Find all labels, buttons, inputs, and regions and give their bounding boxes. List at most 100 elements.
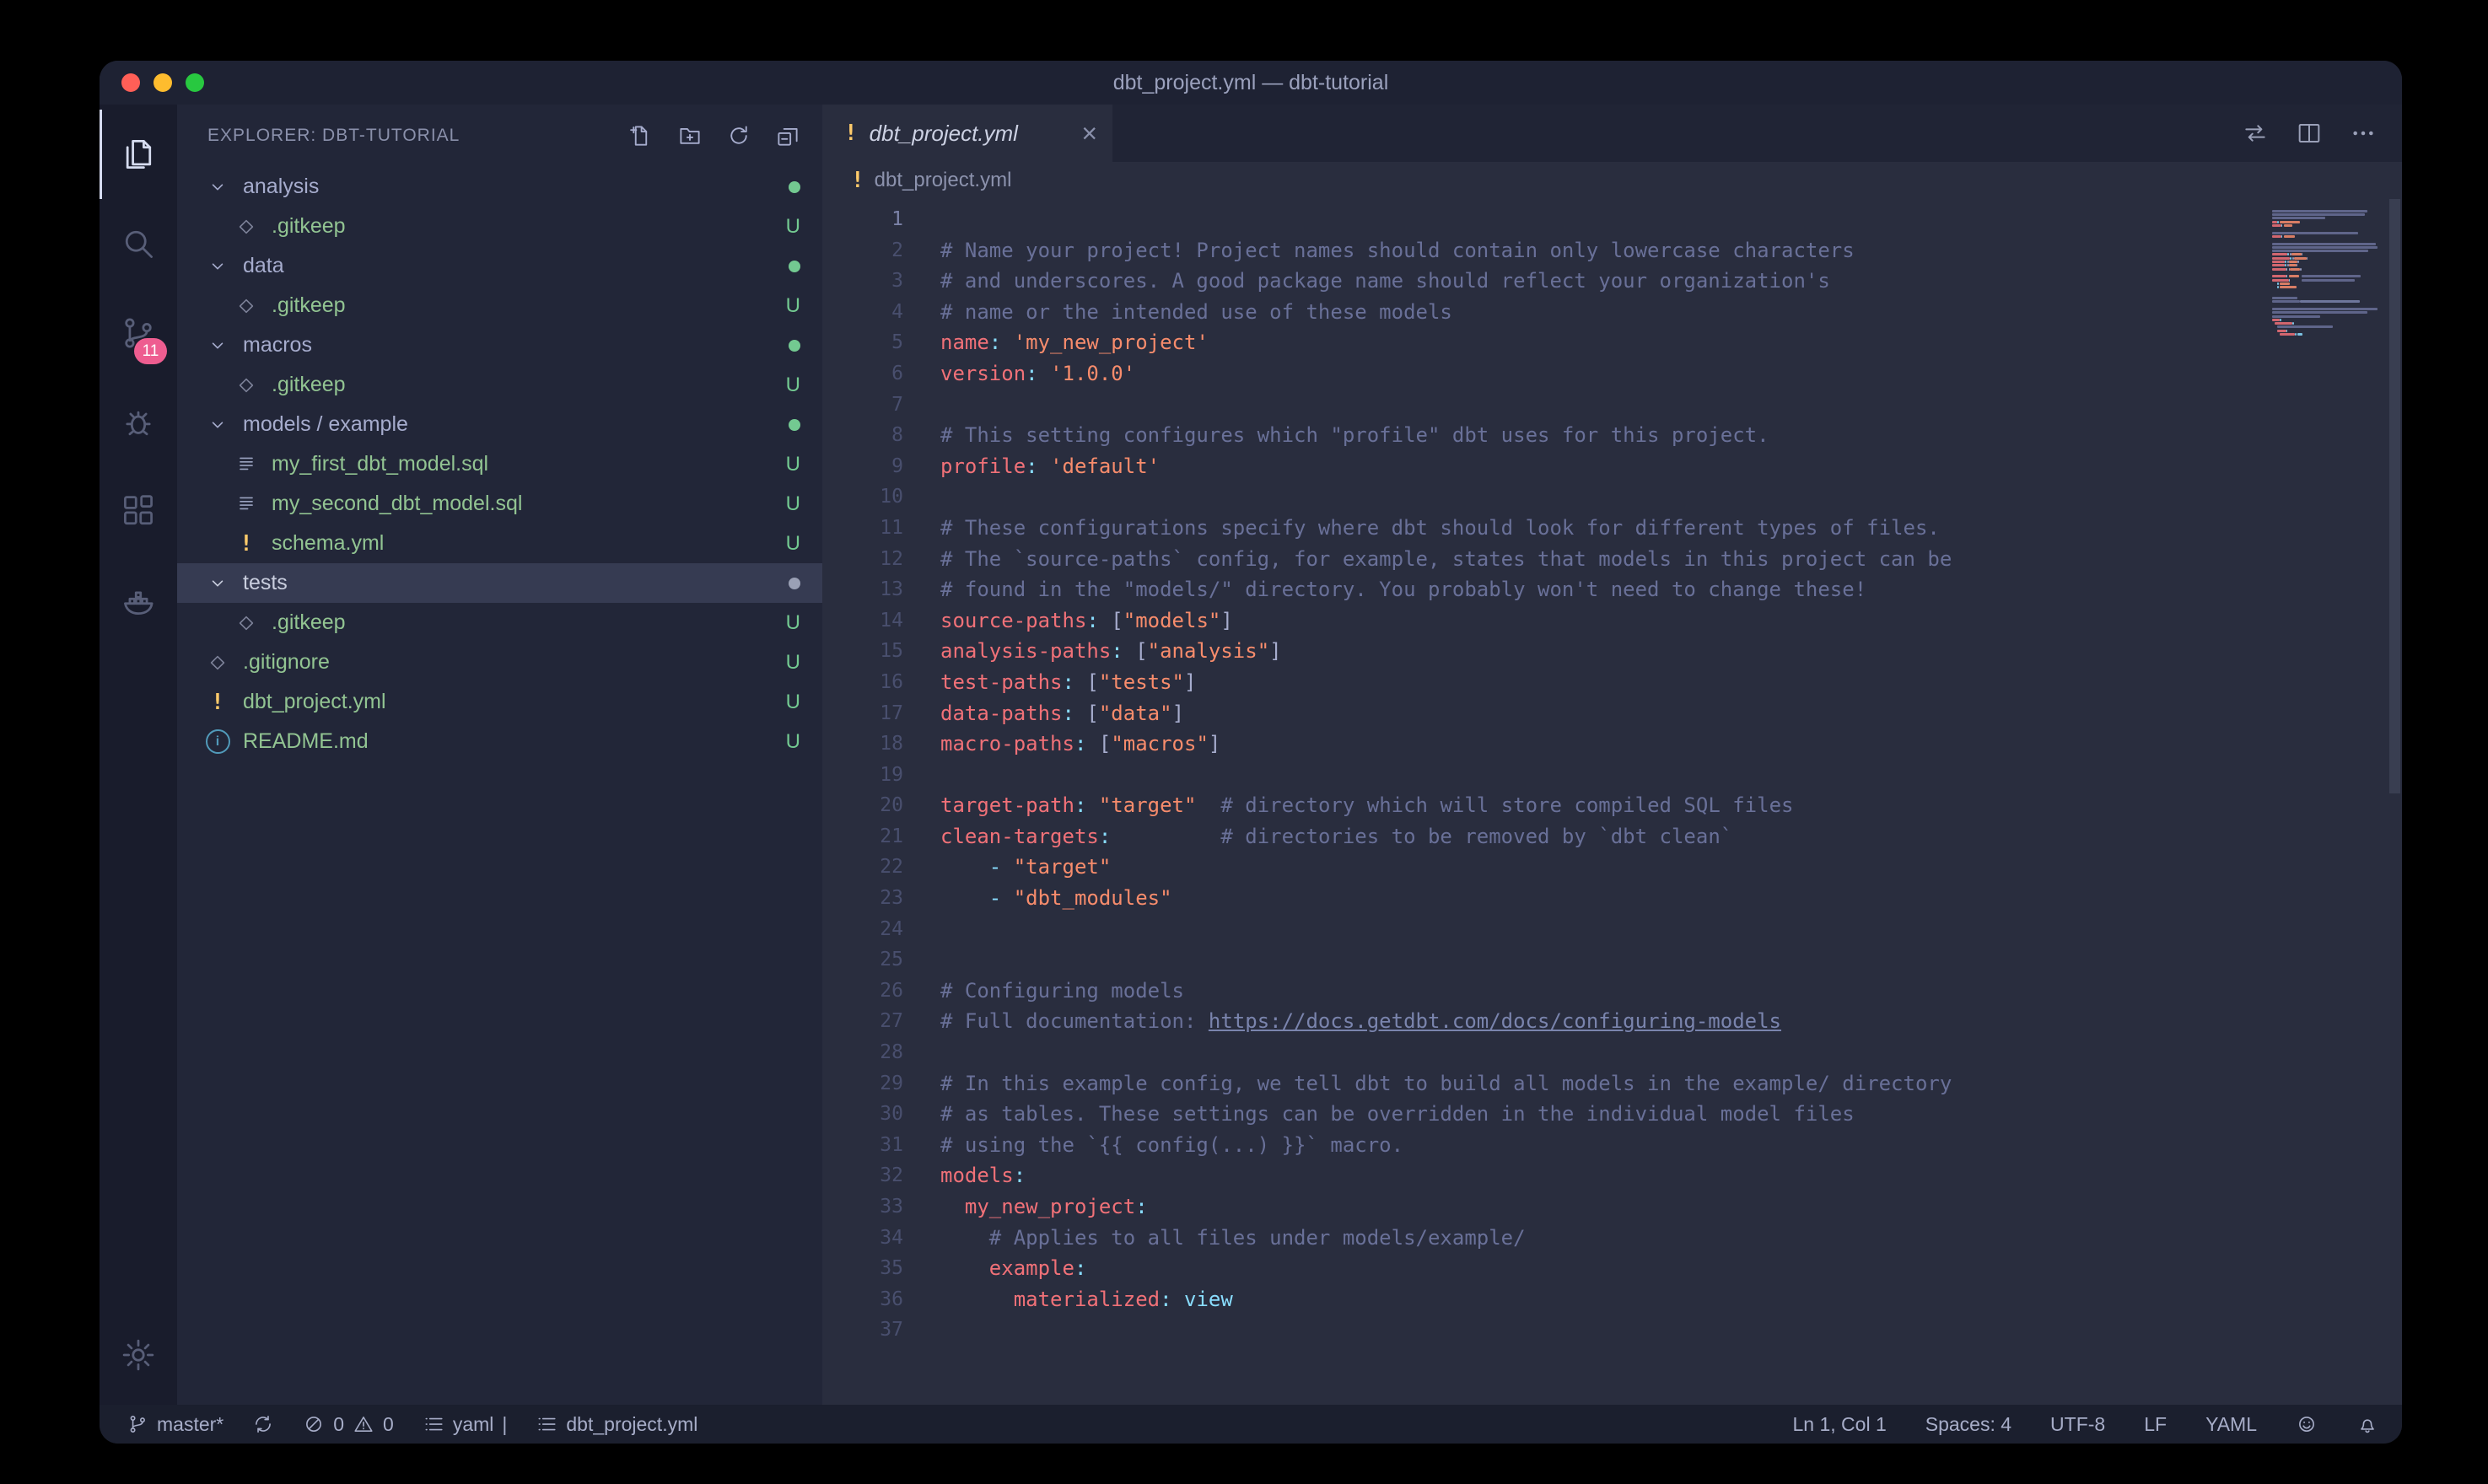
activity-item-run-debug[interactable] [100,378,177,467]
code-line-15[interactable]: 15analysis-paths: ["analysis"] [822,636,2259,667]
code-line-14[interactable]: 14source-paths: ["models"] [822,605,2259,637]
code-line-29[interactable]: 29# In this example config, we tell dbt … [822,1068,2259,1100]
tree-item-gitkeep[interactable]: .gitkeepU [177,365,822,405]
status-item-language-mode[interactable]: YAML [2205,1413,2257,1436]
split-editor-button[interactable] [2296,120,2323,147]
minimize-window-button[interactable] [153,73,172,92]
tree-item-gitkeep[interactable]: .gitkeepU [177,286,822,325]
tree-item-label: macros [243,333,312,358]
code-line-23[interactable]: 23 - "dbt_modules" [822,883,2259,914]
tree-item-analysis[interactable]: analysis [177,167,822,207]
activity-item-extensions[interactable] [100,467,177,556]
status-item-language-indicator-yaml[interactable]: yaml| [423,1413,508,1436]
chevron-down-icon [202,255,233,277]
close-window-button[interactable] [121,73,140,92]
line-number: 28 [822,1037,903,1068]
git-status-badge: U [786,374,800,397]
line-number: 8 [822,420,903,451]
line-number: 12 [822,544,903,575]
tree-item-gitignore[interactable]: .gitignoreU [177,643,822,682]
code-line-5[interactable]: 5name: 'my_new_project' [822,327,2259,358]
code-line-37[interactable]: 37 [822,1315,2259,1346]
code-line-12[interactable]: 12# The `source-paths` config, for examp… [822,544,2259,575]
tree-item-tests[interactable]: tests [177,563,822,603]
code-editor[interactable]: 12# Name your project! Project names sho… [822,199,2402,1405]
code-line-10[interactable]: 10 [822,481,2259,513]
line-text: target-path: "target" # directory which … [903,790,1793,821]
code-line-27[interactable]: 27# Full documentation: https://docs.get… [822,1006,2259,1037]
code-line-28[interactable]: 28 [822,1037,2259,1068]
tree-item-readme-md[interactable]: iREADME.mdU [177,722,822,761]
code-line-25[interactable]: 25 [822,944,2259,976]
code-line-18[interactable]: 18macro-paths: ["macros"] [822,729,2259,760]
code-line-22[interactable]: 22 - "target" [822,852,2259,883]
activity-item-source-control[interactable]: 11 [100,288,177,378]
code-line-19[interactable]: 19 [822,760,2259,791]
tree-item-gitkeep[interactable]: .gitkeepU [177,603,822,643]
status-item-active-file-indicator[interactable]: dbt_project.yml [536,1413,697,1436]
code-line-13[interactable]: 13# found in the "models/" directory. Yo… [822,574,2259,605]
code-line-3[interactable]: 3# and underscores. A good package name … [822,266,2259,297]
settings-icon [120,1336,157,1374]
code-line-35[interactable]: 35 example: [822,1253,2259,1284]
status-item-branch-status[interactable]: master* [127,1413,223,1436]
code-line-2[interactable]: 2# Name your project! Project names shou… [822,235,2259,266]
minimap[interactable] [2272,206,2383,340]
tree-item-my-second-dbt-model-sql[interactable]: my_second_dbt_model.sqlU [177,484,822,524]
status-item-problems[interactable]: 00 [303,1413,394,1436]
breadcrumb[interactable]: ! dbt_project.yml [822,162,2402,199]
new-folder-button[interactable] [677,123,703,148]
code-line-16[interactable]: 16test-paths: ["tests"] [822,667,2259,698]
code-line-20[interactable]: 20target-path: "target" # directory whic… [822,790,2259,821]
new-file-button[interactable] [628,123,654,148]
zoom-window-button[interactable] [186,73,204,92]
code-line-7[interactable]: 7 [822,390,2259,421]
git-status-badge: U [786,492,800,516]
code-line-24[interactable]: 24 [822,914,2259,945]
line-number: 27 [822,1006,903,1037]
status-item-eol[interactable]: LF [2144,1413,2167,1436]
code-line-32[interactable]: 32models: [822,1160,2259,1191]
editor-scrollbar[interactable] [2389,199,2400,793]
collapse-all-button[interactable] [775,123,800,148]
status-item-encoding[interactable]: UTF-8 [2050,1413,2105,1436]
tree-item-data[interactable]: data [177,246,822,286]
refresh-button[interactable] [726,123,751,148]
activity-item-search[interactable] [100,199,177,288]
code-line-26[interactable]: 26# Configuring models [822,976,2259,1007]
tab-dbt-project-yml[interactable]: ! dbt_project.yml × [822,105,1112,162]
status-item-indentation[interactable]: Spaces: 4 [1925,1413,2011,1436]
activity-item-settings[interactable] [100,1317,177,1393]
tree-item-macros[interactable]: macros [177,325,822,365]
code-line-6[interactable]: 6version: '1.0.0' [822,358,2259,390]
more-actions-button[interactable] [2350,120,2377,147]
status-item-notifications-bell[interactable] [2356,1413,2378,1435]
code-line-33[interactable]: 33 my_new_project: [822,1191,2259,1223]
code-line-34[interactable]: 34 # Applies to all files under models/e… [822,1223,2259,1254]
tree-item-schema-yml[interactable]: !schema.ymlU [177,524,822,563]
code-line-4[interactable]: 4# name or the intended use of these mod… [822,297,2259,328]
search-icon [120,225,157,262]
status-item-cursor-position[interactable]: Ln 1, Col 1 [1793,1413,1887,1436]
tree-item-gitkeep[interactable]: .gitkeepU [177,207,822,246]
status-bar-left: master* 00 yaml| dbt_project.yml [127,1413,697,1436]
code-line-31[interactable]: 31# using the `{{ config(...) }}` macro. [822,1130,2259,1161]
code-line-36[interactable]: 36 materialized: view [822,1284,2259,1315]
code-line-9[interactable]: 9profile: 'default' [822,451,2259,482]
code-line-8[interactable]: 8# This setting configures which "profil… [822,420,2259,451]
activity-item-docker[interactable] [100,556,177,646]
open-changes-button[interactable] [2242,120,2269,147]
tab-close-icon[interactable]: × [1081,120,1097,147]
tree-item-dbt-project-yml[interactable]: !dbt_project.ymlU [177,682,822,722]
status-item-sync-button[interactable] [252,1413,274,1435]
code-line-1[interactable]: 1 [822,204,2259,235]
code-line-11[interactable]: 11# These configurations specify where d… [822,513,2259,544]
code-line-21[interactable]: 21clean-targets: # directories to be rem… [822,821,2259,852]
tree-item-models-example[interactable]: models / example [177,405,822,444]
status-item-feedback-smiley[interactable] [2296,1413,2318,1435]
status-item-text: Ln 1, Col 1 [1793,1413,1887,1436]
activity-item-explorer[interactable] [100,110,177,199]
code-line-30[interactable]: 30# as tables. These settings can be ove… [822,1099,2259,1130]
code-line-17[interactable]: 17data-paths: ["data"] [822,698,2259,729]
tree-item-my-first-dbt-model-sql[interactable]: my_first_dbt_model.sqlU [177,444,822,484]
